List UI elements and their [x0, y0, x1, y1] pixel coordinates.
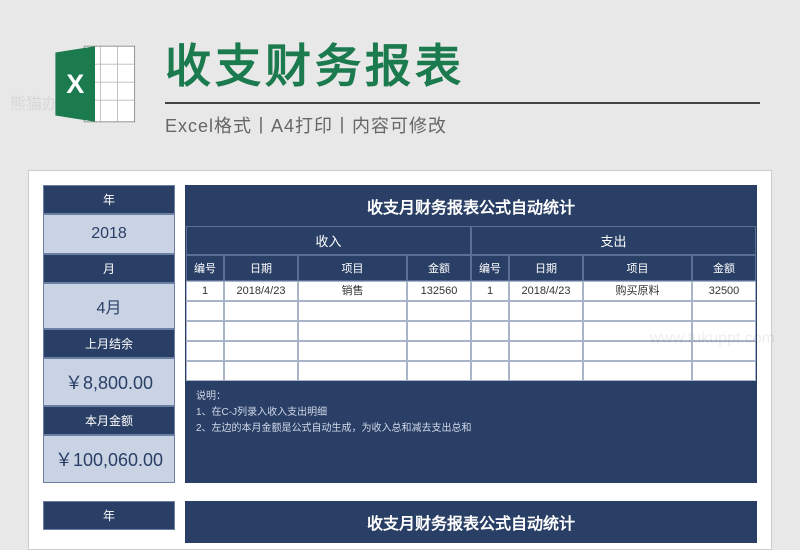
col-no-in: 编号 [186, 255, 224, 281]
template-preview: 年 2018 月 4月 上月结余 ￥8,800.00 本月金额 ￥100,060… [28, 170, 772, 550]
col-date-out: 日期 [509, 255, 583, 281]
cell [298, 321, 407, 341]
cell [224, 321, 298, 341]
sheet-1: 年 2018 月 4月 上月结余 ￥8,800.00 本月金额 ￥100,060… [43, 185, 757, 483]
col-date-in: 日期 [224, 255, 298, 281]
this-month-label: 本月金额 [43, 406, 175, 435]
cell [583, 361, 692, 381]
cell [298, 341, 407, 361]
expense-header: 支出 [471, 226, 756, 255]
page-title: 收支财务报表 [165, 30, 760, 104]
cell [583, 341, 692, 361]
month-value: 4月 [43, 283, 175, 329]
table-row [186, 321, 756, 341]
col-amount-out: 金额 [692, 255, 756, 281]
cell [186, 321, 224, 341]
table-row [186, 361, 756, 381]
cell [407, 341, 471, 361]
income-header: 收入 [186, 226, 471, 255]
cell [186, 361, 224, 381]
cell: 购买原料 [583, 281, 692, 301]
sheet-2: 年 收支月财务报表公式自动统计 [43, 501, 757, 543]
cell [583, 321, 692, 341]
note-1: 1、在C-J列录入收入支出明细 [196, 405, 746, 421]
col-no-out: 编号 [471, 255, 509, 281]
cell [471, 361, 509, 381]
cell [692, 321, 756, 341]
cell [692, 341, 756, 361]
col-item-out: 项目 [583, 255, 692, 281]
cell [407, 301, 471, 321]
page-subtitle: Excel格式丨A4打印丨内容可修改 [165, 112, 760, 138]
data-rows: 12018/4/23销售13256012018/4/23购买原料32500 [186, 281, 756, 381]
cell [692, 361, 756, 381]
table-row: 12018/4/23销售13256012018/4/23购买原料32500 [186, 281, 756, 301]
cell: 132560 [407, 281, 471, 301]
column-headers: 编号 日期 项目 金额 编号 日期 项目 金额 [186, 255, 756, 281]
notes-block: 说明： 1、在C-J列录入收入支出明细 2、左边的本月金额是公式自动生成，为收入… [186, 381, 756, 482]
cell [407, 321, 471, 341]
cell [692, 301, 756, 321]
month-label: 月 [43, 254, 175, 283]
summary-column: 年 2018 月 4月 上月结余 ￥8,800.00 本月金额 ￥100,060… [43, 185, 175, 483]
cell [509, 301, 583, 321]
table-title: 收支月财务报表公式自动统计 [186, 186, 756, 226]
table-title-2: 收支月财务报表公式自动统计 [186, 502, 756, 542]
cell [186, 301, 224, 321]
cell: 2018/4/23 [224, 281, 298, 301]
col-item-in: 项目 [298, 255, 407, 281]
cell: 1 [471, 281, 509, 301]
cell: 销售 [298, 281, 407, 301]
cell [224, 301, 298, 321]
year-label: 年 [43, 185, 175, 214]
year-value: 2018 [43, 214, 175, 254]
cell [509, 361, 583, 381]
svg-text:X: X [66, 69, 84, 99]
cell [509, 341, 583, 361]
excel-icon: X [50, 39, 140, 129]
cell [583, 301, 692, 321]
cell: 2018/4/23 [509, 281, 583, 301]
notes-title: 说明： [196, 389, 746, 405]
cell [471, 321, 509, 341]
cell [471, 301, 509, 321]
header: X 收支财务报表 Excel格式丨A4打印丨内容可修改 [0, 0, 800, 158]
cell [509, 321, 583, 341]
table-row [186, 341, 756, 361]
cell [471, 341, 509, 361]
table-row [186, 301, 756, 321]
cell [224, 361, 298, 381]
prev-balance-value: ￥8,800.00 [43, 358, 175, 406]
note-2: 2、左边的本月金额是公式自动生成，为收入总和减去支出总和 [196, 421, 746, 437]
prev-balance-label: 上月结余 [43, 329, 175, 358]
title-block: 收支财务报表 Excel格式丨A4打印丨内容可修改 [165, 30, 760, 138]
col-amount-in: 金额 [407, 255, 471, 281]
cell [407, 361, 471, 381]
cell: 32500 [692, 281, 756, 301]
cell: 1 [186, 281, 224, 301]
cell [224, 341, 298, 361]
cell [186, 341, 224, 361]
cell [298, 301, 407, 321]
cell [298, 361, 407, 381]
ledger-table: 收支月财务报表公式自动统计 收入 支出 编号 日期 项目 金额 编号 日期 项目… [185, 185, 757, 483]
this-month-value: ￥100,060.00 [43, 435, 175, 483]
